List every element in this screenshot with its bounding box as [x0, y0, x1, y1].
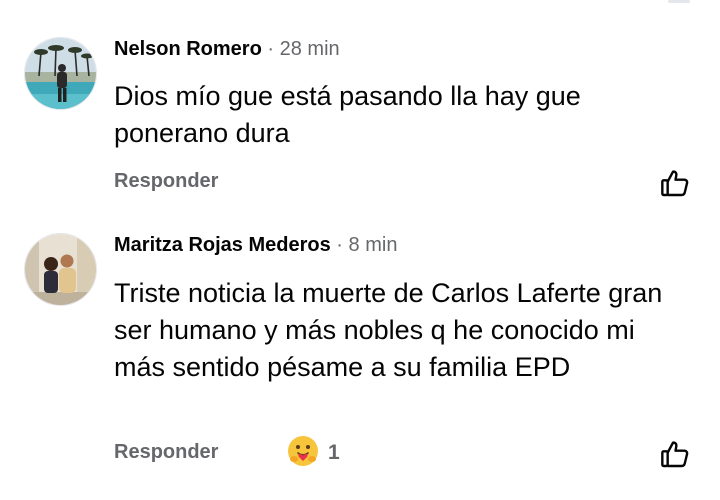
reaction-count: 1 — [328, 441, 340, 464]
comment-header: Maritza Rojas Mederos · 8 min — [114, 233, 397, 257]
separator-dot: · — [336, 234, 343, 256]
comment-text: Dios mío gue está pasando lla hay gue po… — [114, 81, 581, 148]
comment-timestamp[interactable]: 28 min — [280, 38, 340, 60]
comment-text: Triste noticia la muerte de Carlos Lafer… — [114, 278, 663, 382]
reaction-summary[interactable]: 1 — [286, 434, 340, 473]
scroll-edge-indicator — [668, 0, 690, 3]
comment-header: Nelson Romero · 28 min — [114, 37, 340, 61]
separator-dot: · — [267, 38, 275, 60]
thumbs-up-icon[interactable] — [659, 167, 691, 199]
avatar[interactable] — [24, 37, 97, 110]
reply-button[interactable]: Responder — [114, 170, 218, 193]
author-name[interactable]: Nelson Romero — [114, 38, 262, 60]
care-hug-emoji-icon — [286, 434, 320, 473]
thumbs-up-icon[interactable] — [659, 438, 691, 470]
reply-button[interactable]: Responder — [114, 441, 218, 464]
avatar[interactable] — [24, 233, 97, 306]
comment-timestamp[interactable]: 8 min — [349, 234, 398, 256]
author-name[interactable]: Maritza Rojas Mederos — [114, 234, 331, 256]
